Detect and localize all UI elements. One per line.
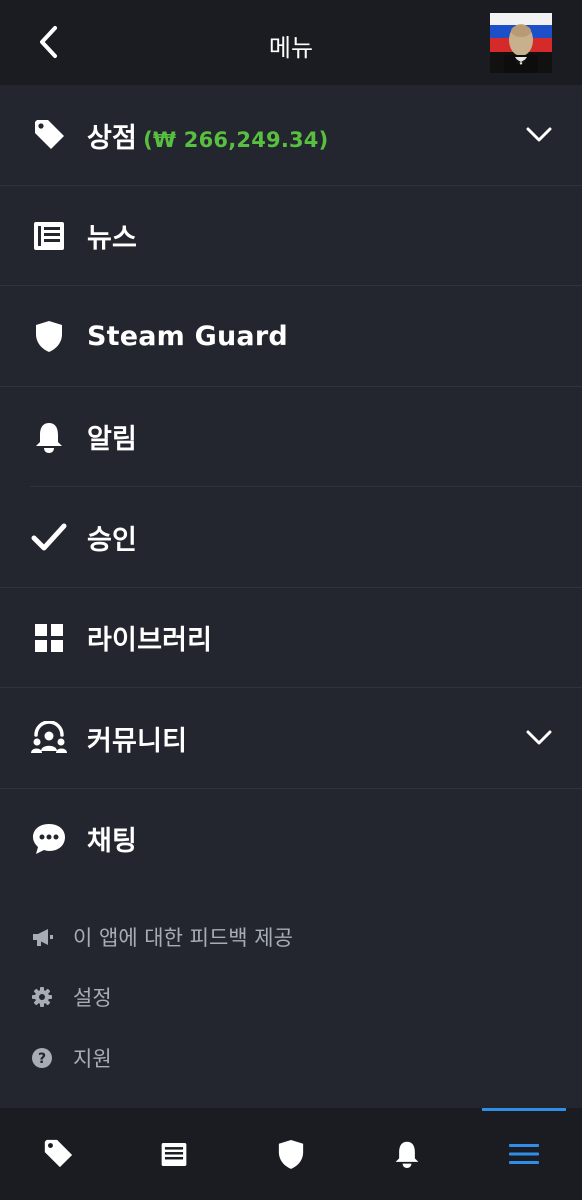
menu-item-label: 승인 [87,524,138,556]
top-bar: 메뉴 [0,0,582,85]
newspaper-icon [31,218,67,254]
menu-item-label: Steam Guard [87,320,288,352]
menu-icon [509,1144,539,1164]
gear-icon [31,986,53,1008]
svg-text:?: ? [38,1051,46,1067]
avatar[interactable] [490,13,552,73]
main-menu: 상점 (₩ 266,249.34) 뉴스 Steam Guard 알림 승인 라… [0,85,582,889]
chevron-down-icon[interactable] [524,723,554,753]
help-icon: ? [31,1047,53,1069]
wallet-balance: (₩ 266,249.34) [143,127,329,152]
chevron-left-icon [40,26,57,58]
back-button[interactable] [28,22,68,62]
menu-item-label: 라이브러리 [87,625,213,657]
menu-item-chat[interactable]: 채팅 [0,789,582,890]
menu-item-community[interactable]: 커뮤니티 [0,688,582,789]
menu-item-label: 채팅 [87,826,138,858]
shield-icon [31,318,67,354]
newspaper-icon [161,1142,187,1166]
support-link[interactable]: ? 지원 [0,1033,582,1083]
feedback-link[interactable]: 이 앱에 대한 피드백 제공 [0,912,582,962]
tab-store[interactable] [0,1108,116,1200]
menu-item-library[interactable]: 라이브러리 [0,588,582,688]
megaphone-icon [31,926,53,948]
menu-item-store[interactable]: 상점 (₩ 266,249.34) [0,85,582,186]
menu-item-label: 상점 [87,122,138,154]
grid-icon [31,620,67,656]
shield-icon [278,1140,304,1169]
bottom-tab-bar [0,1108,582,1200]
menu-item-confirmations[interactable]: 승인 [0,487,582,588]
tab-steam-guard[interactable] [233,1108,349,1200]
checkmark-icon [31,519,67,555]
tab-news[interactable] [116,1108,232,1200]
support-label: 지원 [73,1047,112,1071]
tag-icon [44,1139,73,1168]
chat-icon [31,821,67,857]
settings-link[interactable]: 설정 [0,972,582,1022]
menu-item-label: 커뮤니티 [87,725,188,757]
menu-item-notifications[interactable]: 알림 [0,387,582,487]
settings-label: 설정 [73,986,112,1010]
chevron-down-icon[interactable] [524,120,554,150]
menu-item-label: 뉴스 [87,223,138,255]
bell-icon [395,1141,419,1168]
tab-menu[interactable] [466,1108,582,1200]
tag-icon [31,117,67,153]
tab-notifications[interactable] [349,1108,465,1200]
menu-item-label: 알림 [87,424,138,456]
menu-item-steam-guard[interactable]: Steam Guard [0,286,582,387]
community-icon [31,720,67,756]
menu-item-news[interactable]: 뉴스 [0,186,582,286]
bell-icon [31,419,67,455]
feedback-label: 이 앱에 대한 피드백 제공 [73,926,293,950]
